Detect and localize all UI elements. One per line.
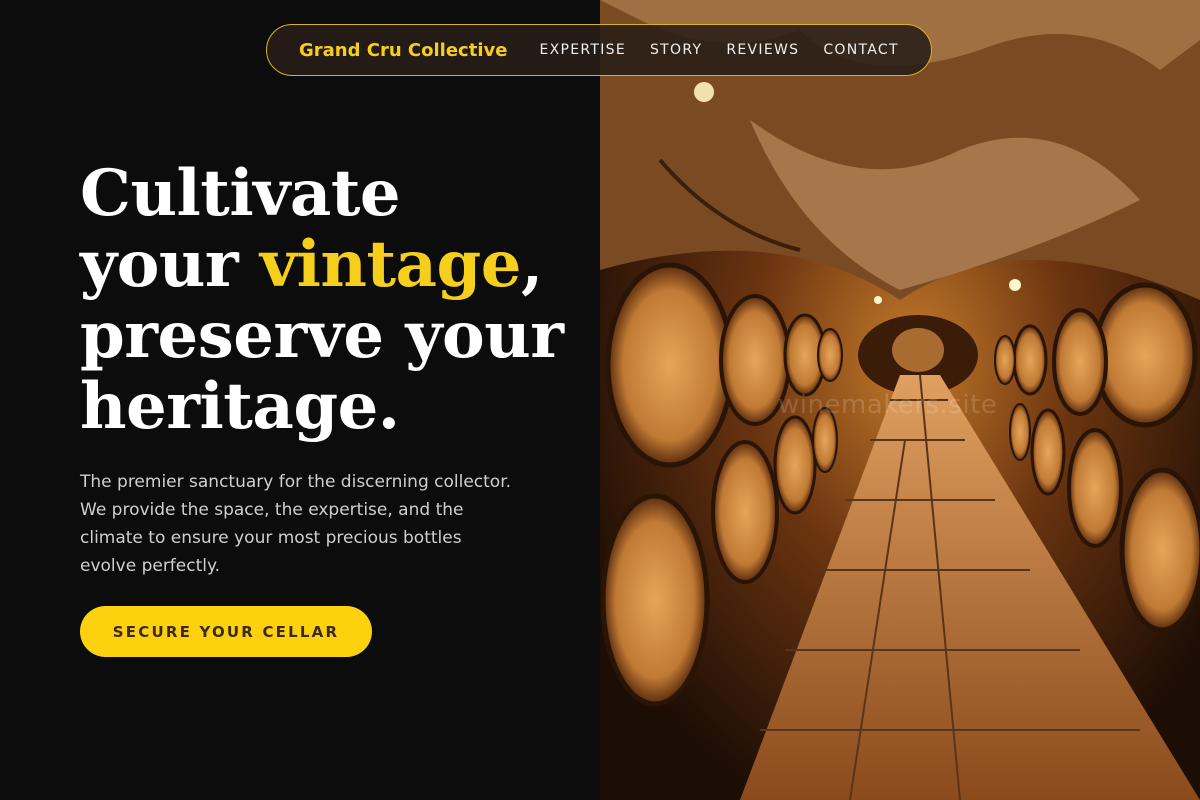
headline-line-2-pre: your	[80, 227, 260, 302]
top-navigation: Grand Cru Collective EXPERTISE STORY REV…	[266, 24, 932, 76]
secure-cellar-button[interactable]: SECURE YOUR CELLAR	[80, 606, 372, 657]
hero-description: The premier sanctuary for the discerning…	[80, 472, 512, 576]
headline-accent-word: vintage	[259, 227, 522, 302]
image-watermark: winemakers.site	[778, 390, 998, 420]
nav-link-reviews[interactable]: REVIEWS	[726, 42, 799, 58]
hero-headline: Cultivate your vintage, preserve your he…	[80, 156, 564, 444]
nav-link-expertise[interactable]: EXPERTISE	[539, 42, 626, 58]
nav-link-contact[interactable]: CONTACT	[823, 42, 899, 58]
brand-logo-link[interactable]: Grand Cru Collective	[299, 40, 507, 61]
nav-link-story[interactable]: STORY	[650, 42, 702, 58]
headline-line-4: heritage.	[80, 369, 400, 444]
headline-line-1: Cultivate	[80, 156, 401, 231]
headline-line-2-post: ,	[520, 227, 543, 302]
headline-line-3: preserve your	[80, 298, 564, 373]
